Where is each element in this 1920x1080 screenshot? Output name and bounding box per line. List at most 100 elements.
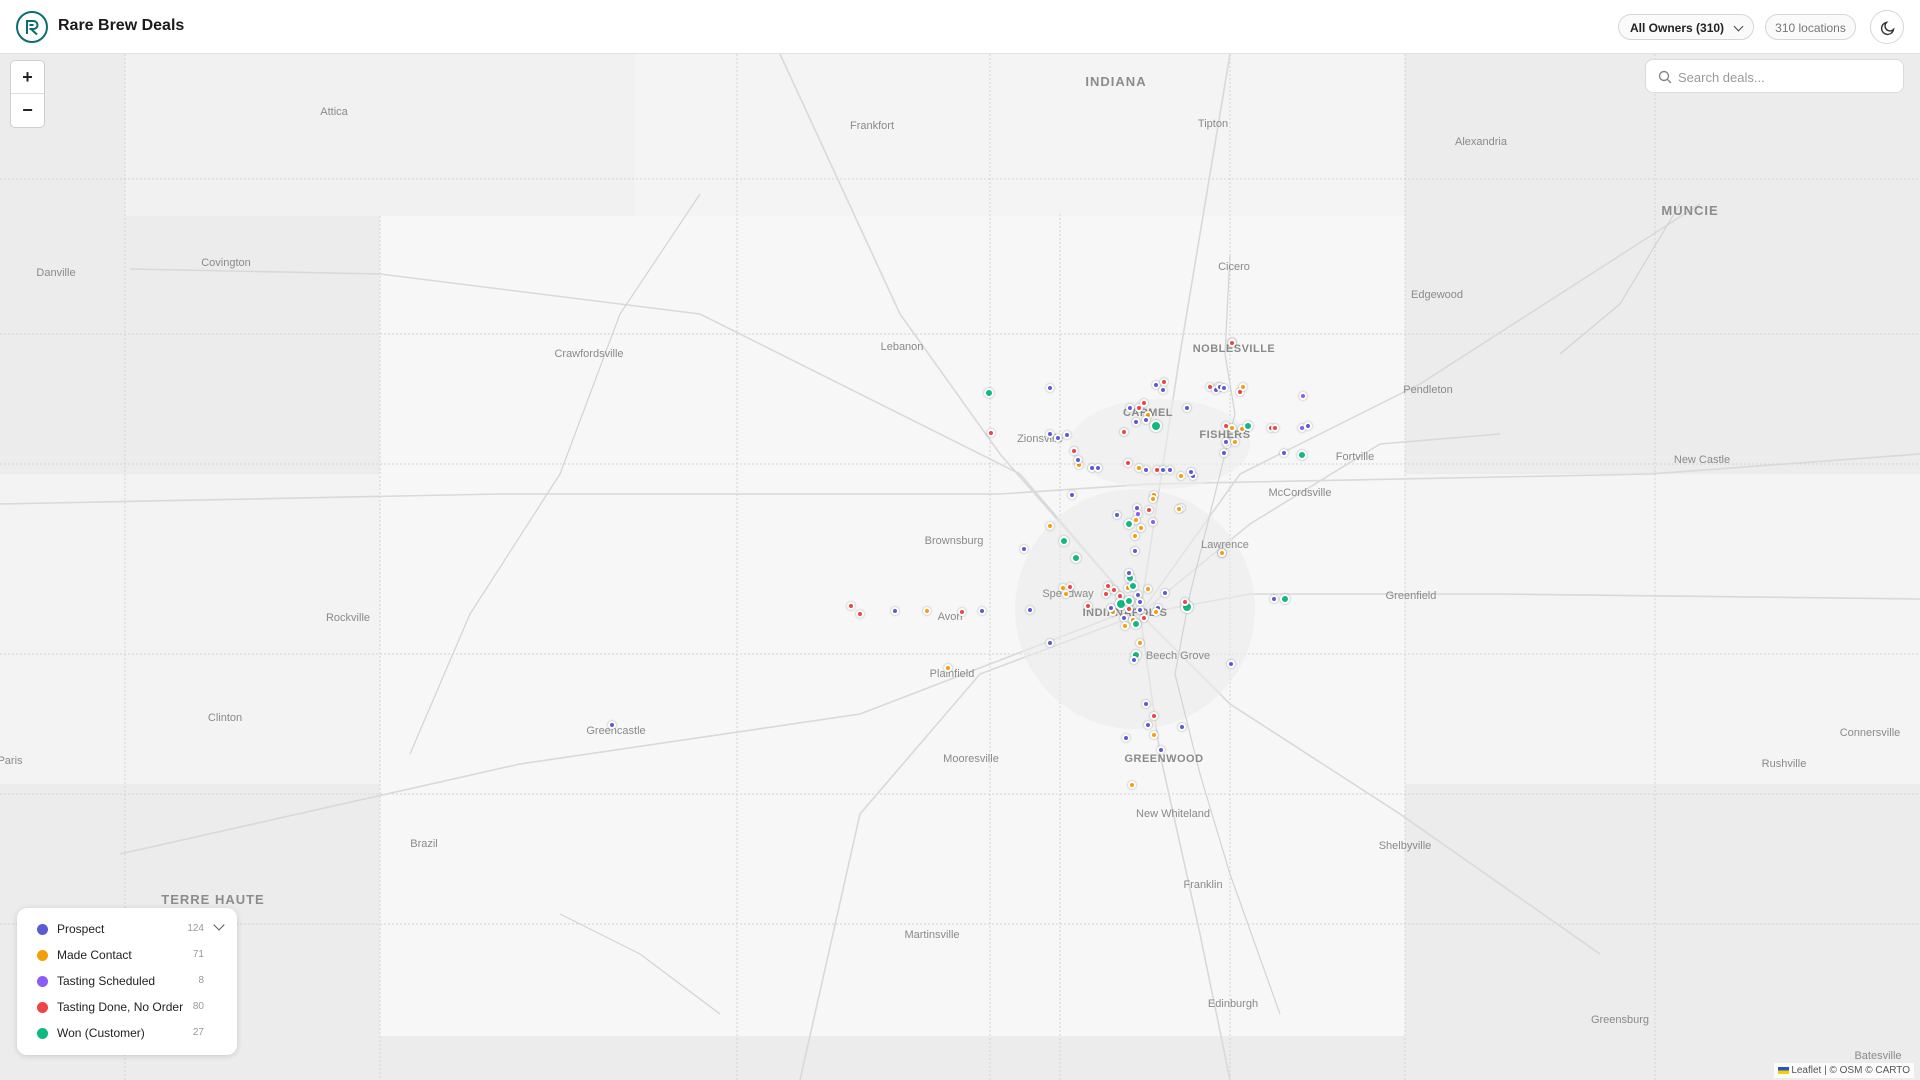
deal-marker[interactable] [1142,700,1150,708]
deal-marker[interactable] [1062,590,1070,598]
legend-item[interactable]: Prospect 124 [17,919,237,941]
deal-marker[interactable] [1120,614,1128,622]
deal-marker[interactable] [1020,545,1028,553]
deal-marker[interactable] [1124,459,1132,467]
deal-marker[interactable] [1128,581,1138,591]
deal-marker[interactable] [958,608,966,616]
deal-marker[interactable] [1280,449,1288,457]
deal-marker[interactable] [1220,449,1228,457]
deal-marker[interactable] [1130,656,1138,664]
deal-marker[interactable] [1149,495,1157,503]
deal-marker[interactable] [1144,721,1152,729]
search-input[interactable] [1678,67,1893,87]
owner-filter-dropdown[interactable]: All Owners (310) [1618,14,1754,40]
deal-marker[interactable] [978,607,986,615]
deal-marker[interactable] [1304,422,1312,430]
deal-marker[interactable] [1059,536,1069,546]
deal-marker[interactable] [1128,781,1136,789]
deal-marker[interactable] [1152,381,1160,389]
deal-marker[interactable] [944,664,952,672]
deal-marker[interactable] [1132,418,1140,426]
deal-marker[interactable] [1227,660,1235,668]
deal-marker[interactable] [1159,386,1167,394]
deal-marker[interactable] [987,429,995,437]
deal-marker[interactable] [1124,596,1134,606]
deal-marker[interactable] [1070,447,1078,455]
deal-marker[interactable] [1107,604,1115,612]
deal-marker[interactable] [1131,619,1141,629]
deal-marker[interactable] [1183,404,1191,412]
deal-marker[interactable] [856,610,864,618]
deal-marker[interactable] [1150,731,1158,739]
deal-marker[interactable] [1125,569,1133,577]
deal-marker[interactable] [1222,438,1230,446]
deal-marker[interactable] [608,721,616,729]
deal-marker[interactable] [1140,399,1148,407]
deal-marker[interactable] [1121,622,1129,630]
deal-marker[interactable] [1218,549,1226,557]
deal-marker[interactable] [1120,428,1128,436]
deal-marker[interactable] [1094,464,1102,472]
legend-item[interactable]: Tasting Done, No Order 80 [17,997,237,1019]
deal-marker[interactable] [1054,434,1062,442]
deal-marker[interactable] [1136,606,1144,614]
deal-marker[interactable] [1157,746,1165,754]
deal-marker[interactable] [1131,532,1139,540]
deal-marker[interactable] [1270,595,1278,603]
deal-marker[interactable] [1187,468,1195,476]
deal-marker[interactable] [1046,384,1054,392]
deal-marker[interactable] [1150,712,1158,720]
deal-marker[interactable] [1149,518,1157,526]
deal-marker[interactable] [1122,734,1130,742]
deal-marker[interactable] [1125,605,1133,613]
deal-marker[interactable] [1131,547,1139,555]
zoom-in-button[interactable]: + [11,61,44,94]
deal-marker[interactable] [1150,420,1162,432]
deal-marker[interactable] [1144,585,1152,593]
deal-marker[interactable] [984,388,994,398]
deal-marker[interactable] [1145,506,1153,514]
leaflet-link[interactable]: Leaflet [1791,1065,1821,1076]
deal-marker[interactable] [1181,598,1189,606]
deal-marker[interactable] [1046,522,1054,530]
deal-marker[interactable] [1071,553,1081,563]
deal-marker[interactable] [1228,424,1236,432]
deal-marker[interactable] [1136,598,1144,606]
deal-marker[interactable] [891,607,899,615]
deal-marker[interactable] [1084,602,1092,610]
deal-marker[interactable] [1142,416,1150,424]
deal-marker[interactable] [1239,383,1247,391]
deal-marker[interactable] [1074,456,1082,464]
deal-marker[interactable] [1160,378,1168,386]
deal-marker[interactable] [1046,430,1054,438]
legend-item[interactable]: Won (Customer) 27 [17,1023,237,1045]
deal-marker[interactable] [1220,384,1228,392]
deal-marker[interactable] [1231,438,1239,446]
deal-marker[interactable] [1126,404,1134,412]
deal-marker[interactable] [1152,608,1160,616]
deal-marker[interactable] [1166,466,1174,474]
deal-marker[interactable] [1140,614,1148,622]
deal-marker[interactable] [1026,606,1034,614]
deal-marker[interactable] [1161,589,1169,597]
theme-toggle-button[interactable] [1870,10,1904,44]
deal-marker[interactable] [1178,723,1186,731]
deal-marker[interactable] [1243,421,1253,431]
deal-marker[interactable] [1124,519,1134,529]
deal-marker[interactable] [1063,431,1071,439]
deal-marker[interactable] [1066,583,1074,591]
deal-marker[interactable] [1271,424,1279,432]
deal-marker[interactable] [1137,524,1145,532]
deal-marker[interactable] [1136,639,1144,647]
legend-item[interactable]: Tasting Scheduled 8 [17,971,237,993]
deal-marker[interactable] [1046,639,1054,647]
deal-marker[interactable] [1280,594,1290,604]
deal-marker[interactable] [1299,392,1307,400]
deal-marker[interactable] [1102,590,1110,598]
deal-marker[interactable] [1068,491,1076,499]
deal-marker[interactable] [1297,450,1307,460]
deal-marker[interactable] [1113,511,1121,519]
deal-marker[interactable] [847,602,855,610]
legend-item[interactable]: Made Contact 71 [17,945,237,967]
zoom-out-button[interactable]: − [11,94,44,127]
